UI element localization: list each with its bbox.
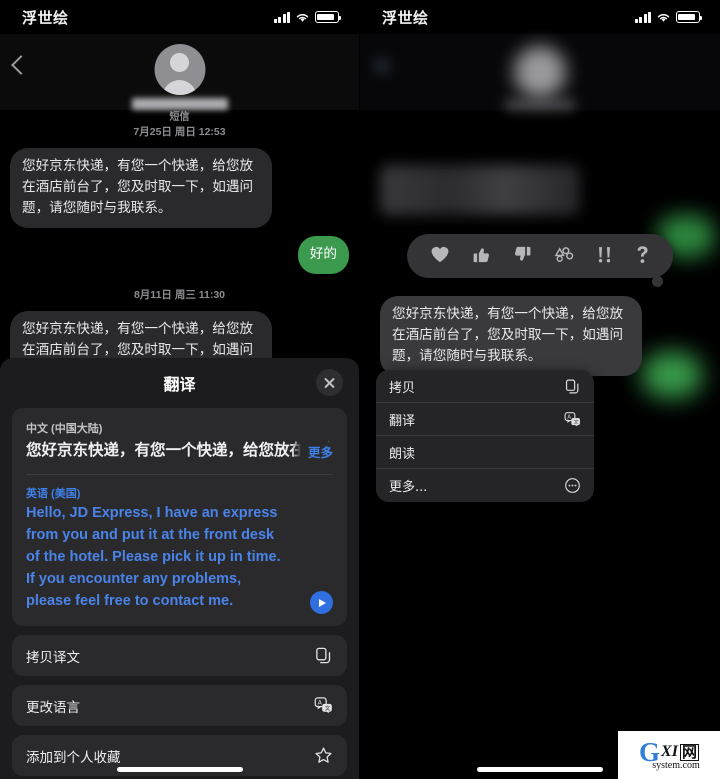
watermark-char-wang: 网 [679, 742, 699, 761]
star-icon [314, 746, 333, 765]
focused-message-bubble[interactable]: 您好京东快递，有您一个快递，给您放在酒店前台了，您及时取一下，如遇问题，请您随时… [376, 296, 642, 376]
status-icon-group [273, 11, 342, 23]
contact-avatar-icon[interactable] [514, 46, 566, 98]
svg-text:A: A [318, 700, 322, 706]
translate-sheet: 翻译 中文 (中国大陆) 您好京东快递，有您一个快递，给您放在酒店前台了， 更多… [0, 358, 359, 779]
source-language-label: 中文 (中国大陆) [26, 423, 103, 435]
action-label: 添加到个人收藏 [26, 749, 121, 766]
message-row: 您好京东快递，有您一个快递，给您放在酒店前台了，您及时取一下，如遇问题，请您随时… [0, 148, 359, 228]
context-menu-label: 朗读 [389, 446, 416, 462]
blurred-message-backdrop [380, 165, 580, 215]
source-text[interactable]: 您好京东快递，有您一个快递，给您放在酒店前台了， [26, 438, 333, 462]
target-language-label: 英语 (美国) [26, 488, 81, 500]
outgoing-message-bubble[interactable]: 好的 [297, 236, 354, 274]
context-menu: 拷贝 翻译 A 文 朗读 更多... [376, 370, 594, 502]
wifi-icon [657, 13, 670, 22]
heart-reaction-icon[interactable] [430, 245, 450, 268]
battery-icon [315, 11, 342, 23]
thumbs-down-reaction-icon[interactable] [513, 245, 532, 268]
status-bar-right: 浮世绘 [360, 0, 720, 34]
back-chevron-icon[interactable] [374, 58, 390, 74]
cellular-signal-icon [634, 11, 651, 23]
svg-text:A: A [567, 414, 571, 420]
incoming-message-bubble[interactable]: 您好京东快递，有您一个快递，给您放在酒店前台了，您及时取一下，如遇问题，请您随时… [6, 148, 272, 228]
copy-icon [564, 378, 581, 395]
context-menu-item-speak[interactable]: 朗读 [376, 436, 594, 469]
carrier-label: 浮世绘 [382, 9, 429, 27]
context-menu-item-copy[interactable]: 拷贝 [376, 370, 594, 403]
thumbs-up-reaction-icon[interactable] [472, 245, 491, 268]
exclamation-reaction-icon[interactable] [596, 245, 613, 268]
more-ellipsis-icon [564, 477, 581, 494]
translated-text[interactable]: Hello, JD Express, I have an express fro… [26, 502, 284, 612]
back-chevron-icon[interactable] [11, 55, 31, 75]
copy-icon [314, 646, 333, 665]
action-change-language[interactable]: 更改语言 A 文 [12, 685, 347, 726]
home-indicator [116, 767, 243, 772]
timestamp-text: 8月11日 周三 11:30 [133, 289, 226, 301]
battery-icon [676, 11, 703, 23]
timestamp-text: 7月25日 周日 12:53 [133, 126, 226, 138]
translate-sheet-title: 翻译 [163, 377, 196, 394]
dual-screenshot-container: 浮世绘 短信 7月25日 周日 12:53 您好京东快递，有您一个快递，给您放在… [0, 0, 720, 779]
svg-text:文: 文 [325, 704, 331, 712]
action-label: 更改语言 [26, 699, 80, 716]
translate-language-icon: A 文 [564, 411, 581, 428]
right-phone-screen: 浮世绘 您好京东快递，有您一个快递，给您放在酒店前台了，您及时取一下，如遇问题，… [360, 0, 720, 779]
home-indicator [477, 767, 603, 772]
context-menu-label: 拷贝 [389, 380, 416, 396]
message-timestamp: 短信 7月25日 周日 12:53 [0, 110, 359, 140]
reaction-bar [407, 234, 673, 287]
context-menu-label: 翻译 [389, 413, 416, 429]
divider [26, 474, 333, 475]
more-link[interactable]: 更多 [291, 442, 333, 461]
question-reaction-icon[interactable] [635, 245, 650, 268]
watermark-letters-xi: XI [661, 743, 678, 760]
cellular-signal-icon [273, 11, 290, 23]
context-menu-label: 更多... [389, 480, 428, 495]
no-icon [564, 444, 581, 461]
action-label: 拷贝译文 [26, 649, 80, 666]
focused-message-row: 您好京东快递，有您一个快递，给您放在酒店前台了，您及时取一下，如遇问题，请您随时… [370, 296, 652, 376]
left-phone-screen: 浮世绘 短信 7月25日 周日 12:53 您好京东快递，有您一个快递，给您放在… [0, 0, 360, 779]
wifi-icon [296, 13, 309, 22]
context-menu-item-more[interactable]: 更多... [376, 469, 594, 502]
contact-name-redacted [505, 100, 575, 110]
status-icon-group [634, 11, 703, 23]
conversation-header-left [0, 34, 359, 110]
action-copy-translation[interactable]: 拷贝译文 [12, 635, 347, 676]
close-icon[interactable] [316, 369, 343, 396]
carrier-label: 浮世绘 [22, 9, 69, 27]
status-bar-left: 浮世绘 [0, 0, 359, 34]
translate-language-icon: A 文 [314, 696, 333, 715]
translation-card: 中文 (中国大陆) 您好京东快递，有您一个快递，给您放在酒店前台了， 更多 英语… [12, 408, 347, 626]
haha-reaction-icon[interactable] [553, 245, 574, 268]
play-icon[interactable] [310, 591, 333, 614]
watermark: G XI 网 system.com [618, 731, 720, 779]
message-row: 好的 [0, 236, 359, 274]
contact-name-redacted [131, 98, 228, 110]
source-text-wrapper: 您好京东快递，有您一个快递，给您放在酒店前台了， 更多 [26, 438, 333, 462]
conversation-header-right [360, 34, 720, 110]
message-timestamp: 8月11日 周三 11:30 [0, 288, 359, 303]
watermark-domain: system.com [652, 760, 700, 771]
contact-avatar-icon[interactable] [154, 44, 205, 95]
service-label: 短信 [169, 112, 190, 123]
context-menu-item-translate[interactable]: 翻译 A 文 [376, 403, 594, 436]
translate-sheet-header: 翻译 [12, 358, 347, 408]
